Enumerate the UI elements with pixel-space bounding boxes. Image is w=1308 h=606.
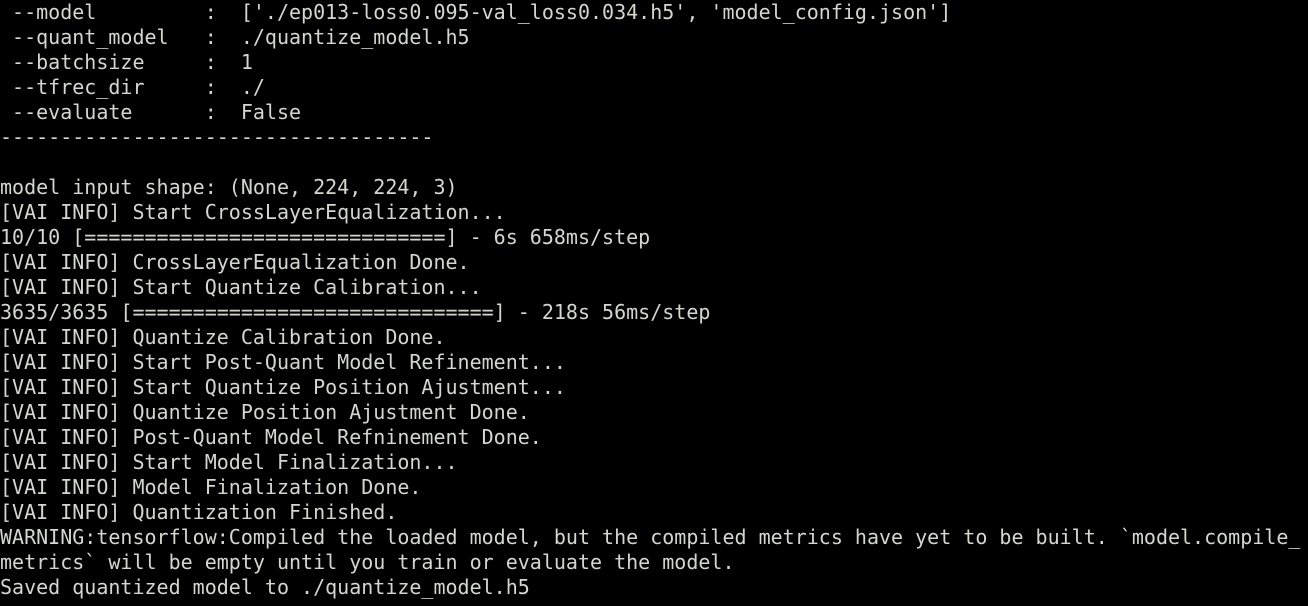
- terminal-line-warning: WARNING:tensorflow:Compiled the loaded m…: [0, 525, 1301, 549]
- terminal-line-evaluate-arg: --evaluate : False: [0, 100, 302, 124]
- terminal-line-separator: ------------------------------------: [0, 125, 434, 149]
- terminal-line-saved-model: Saved quantized model to ./quantize_mode…: [0, 575, 530, 599]
- terminal-line-cle-start: [VAI INFO] Start CrossLayerEqualization.…: [0, 200, 506, 224]
- terminal-line-cle-progress: 10/10 [==============================] -…: [0, 225, 651, 249]
- terminal-line-tfrec-dir-arg: --tfrec_dir : ./: [0, 75, 265, 99]
- terminal-line-calibration-done: [VAI INFO] Quantize Calibration Done.: [0, 325, 446, 349]
- terminal-line-calibration-start: [VAI INFO] Start Quantize Calibration...: [0, 275, 482, 299]
- terminal-line-batchsize-arg: --batchsize : 1: [0, 50, 253, 74]
- terminal-line-calibration-progress: 3635/3635 [=============================…: [0, 300, 711, 324]
- terminal-line-refinement-start: [VAI INFO] Start Post-Quant Model Refine…: [0, 350, 566, 374]
- terminal-line-cle-done: [VAI INFO] CrossLayerEqualization Done.: [0, 250, 470, 274]
- terminal-line-ajustment-start: [VAI INFO] Start Quantize Position Ajust…: [0, 375, 566, 399]
- terminal-output[interactable]: --model : ['./ep013-loss0.095-val_loss0.…: [0, 0, 1308, 606]
- terminal-line-finalization-start: [VAI INFO] Start Model Finalization...: [0, 450, 458, 474]
- terminal-line-warning-continued: metrics` will be empty until you train o…: [0, 550, 735, 574]
- terminal-line-model-arg: --model : ['./ep013-loss0.095-val_loss0.…: [0, 0, 952, 24]
- terminal-line-refinement-done: [VAI INFO] Post-Quant Model Refninement …: [0, 425, 542, 449]
- terminal-line-finalization-done: [VAI INFO] Model Finalization Done.: [0, 475, 422, 499]
- terminal-line-quantization-finished: [VAI INFO] Quantization Finished.: [0, 500, 398, 524]
- terminal-line-input-shape: model input shape: (None, 224, 224, 3): [0, 175, 458, 199]
- terminal-line-ajustment-done: [VAI INFO] Quantize Position Ajustment D…: [0, 400, 530, 424]
- terminal-line-quant-model-arg: --quant_model : ./quantize_model.h5: [0, 25, 470, 49]
